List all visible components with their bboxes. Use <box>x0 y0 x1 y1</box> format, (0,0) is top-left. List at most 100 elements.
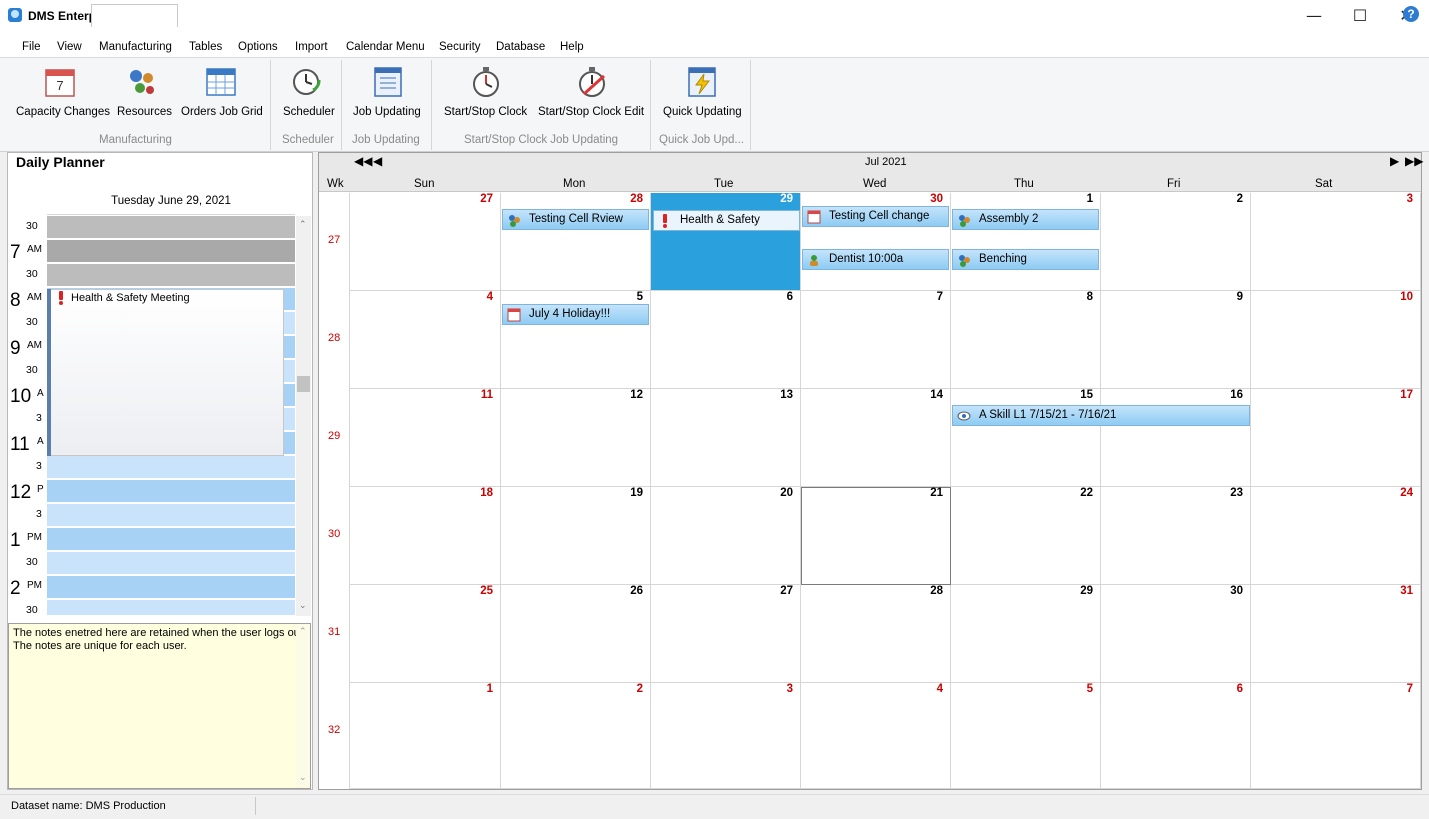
user-notes-textarea[interactable]: The notes enetred here are retained when… <box>8 623 311 789</box>
calendar-event[interactable]: Assembly 2 <box>952 209 1099 230</box>
day-cell[interactable] <box>951 487 1101 585</box>
start-stop-clock-edit-button[interactable]: Start/Stop Clock Edit <box>538 106 644 118</box>
scroll-up-icon[interactable]: ⌃ <box>299 626 307 637</box>
job-updating-button[interactable]: Job Updating <box>353 106 421 118</box>
grid-icon[interactable] <box>205 66 237 98</box>
time-slot[interactable] <box>47 456 295 479</box>
calendar-event[interactable]: A Skill L1 7/15/21 - 7/16/21 <box>952 405 1250 426</box>
planner-scrollbar[interactable] <box>296 216 311 616</box>
maximize-button[interactable]: ☐ <box>1337 0 1383 32</box>
day-cell[interactable] <box>801 487 951 585</box>
day-cell[interactable] <box>801 683 951 789</box>
time-slot[interactable] <box>47 480 295 503</box>
scheduler-button[interactable]: Scheduler <box>283 106 335 118</box>
day-cell[interactable] <box>651 585 801 683</box>
day-cell[interactable] <box>1101 683 1251 789</box>
day-cell[interactable] <box>951 291 1101 389</box>
quick-updating-button[interactable]: Quick Updating <box>663 106 742 118</box>
next-month-icon[interactable]: ▶ <box>1390 154 1399 168</box>
day-cell[interactable] <box>1251 487 1421 585</box>
menu-database[interactable]: Database <box>496 41 545 53</box>
calendar-event[interactable]: Testing Cell change <box>802 206 949 227</box>
document-icon[interactable] <box>372 66 404 98</box>
start-stop-clock-button[interactable]: Start/Stop Clock <box>444 106 527 118</box>
orders-job-grid-button[interactable]: Orders Job Grid <box>181 106 263 118</box>
time-slot[interactable] <box>47 600 295 616</box>
calendar-event[interactable]: Testing Cell Rview <box>502 209 649 230</box>
day-cell[interactable] <box>1251 291 1421 389</box>
day-cell[interactable] <box>501 487 651 585</box>
day-cell[interactable] <box>801 389 951 487</box>
day-cell[interactable] <box>1101 585 1251 683</box>
menu-calendar-menu[interactable]: Calendar Menu <box>346 41 425 53</box>
day-cell[interactable] <box>651 193 801 291</box>
resources-icon[interactable] <box>126 66 158 98</box>
calendar-event[interactable]: Benching <box>952 249 1099 270</box>
day-cell[interactable] <box>349 683 501 789</box>
minimize-button[interactable]: — <box>1291 0 1337 32</box>
quick-update-icon[interactable] <box>686 66 718 98</box>
day-cell[interactable] <box>801 585 951 683</box>
previous-year-icon[interactable]: ◀◀ <box>354 154 372 168</box>
menu-file[interactable]: File <box>22 41 41 53</box>
menu-tables[interactable]: Tables <box>189 41 222 53</box>
day-cell[interactable] <box>1101 389 1251 487</box>
menu-options[interactable]: Options <box>238 41 278 53</box>
day-cell[interactable] <box>1101 291 1251 389</box>
time-slot[interactable] <box>47 528 295 551</box>
day-cell[interactable] <box>501 683 651 789</box>
day-cell[interactable] <box>349 389 501 487</box>
previous-month-icon[interactable]: ◀ <box>373 154 382 168</box>
calendar-event[interactable]: July 4 Holiday!!! <box>502 304 649 325</box>
calendar-icon[interactable]: 7 <box>44 66 76 98</box>
day-cell[interactable] <box>801 291 951 389</box>
notes-scrollbar[interactable] <box>296 624 310 788</box>
day-cell[interactable] <box>1251 193 1421 291</box>
day-cell[interactable] <box>651 389 801 487</box>
day-cell[interactable] <box>951 389 1101 487</box>
menu-help[interactable]: Help <box>560 41 584 53</box>
scroll-down-icon[interactable]: ⌄ <box>299 600 307 611</box>
resources-button[interactable]: Resources <box>117 106 172 118</box>
day-cell[interactable] <box>501 389 651 487</box>
day-cell[interactable] <box>349 585 501 683</box>
scroll-up-icon[interactable]: ⌃ <box>299 219 307 230</box>
calendar-event[interactable]: Health & Safety <box>653 210 800 231</box>
day-cell[interactable] <box>1251 389 1421 487</box>
clock-refresh-icon[interactable] <box>291 66 323 98</box>
day-cell[interactable] <box>349 291 501 389</box>
time-slot[interactable] <box>47 240 295 263</box>
planner-appointment[interactable] <box>50 289 284 456</box>
menu-view[interactable]: View <box>57 41 82 53</box>
scroll-down-icon[interactable]: ⌄ <box>299 772 307 783</box>
day-cell[interactable] <box>1251 683 1421 789</box>
day-cell[interactable] <box>1101 193 1251 291</box>
day-cell[interactable] <box>951 585 1101 683</box>
stopwatch-edit-icon[interactable] <box>576 66 608 98</box>
time-slot[interactable] <box>47 216 295 239</box>
capacity-changes-button[interactable]: Capacity Changes <box>16 106 110 118</box>
menu-import[interactable]: Import <box>295 41 328 53</box>
day-cell[interactable] <box>349 487 501 585</box>
next-year-icon[interactable]: ▶▶ <box>1405 154 1423 168</box>
day-cell[interactable] <box>1101 487 1251 585</box>
time-slot[interactable] <box>47 264 295 287</box>
time-slot[interactable] <box>47 552 295 575</box>
day-cell[interactable] <box>349 193 501 291</box>
day-cell[interactable] <box>951 683 1101 789</box>
calendar-event[interactable]: Dentist 10:00a <box>802 249 949 270</box>
time-slot[interactable] <box>47 576 295 599</box>
menu-manufacturing[interactable]: Manufacturing <box>99 41 172 53</box>
day-cell[interactable] <box>651 487 801 585</box>
scrollbar-thumb[interactable] <box>297 376 310 392</box>
day-cell[interactable] <box>951 193 1101 291</box>
day-cell[interactable] <box>501 193 651 291</box>
day-cell[interactable] <box>651 683 801 789</box>
menu-security[interactable]: Security <box>439 41 481 53</box>
day-cell[interactable] <box>651 291 801 389</box>
day-cell[interactable] <box>1251 585 1421 683</box>
help-icon[interactable]: ? <box>1403 6 1419 22</box>
stopwatch-icon[interactable] <box>470 66 502 98</box>
time-slot[interactable] <box>47 504 295 527</box>
day-cell[interactable] <box>501 585 651 683</box>
